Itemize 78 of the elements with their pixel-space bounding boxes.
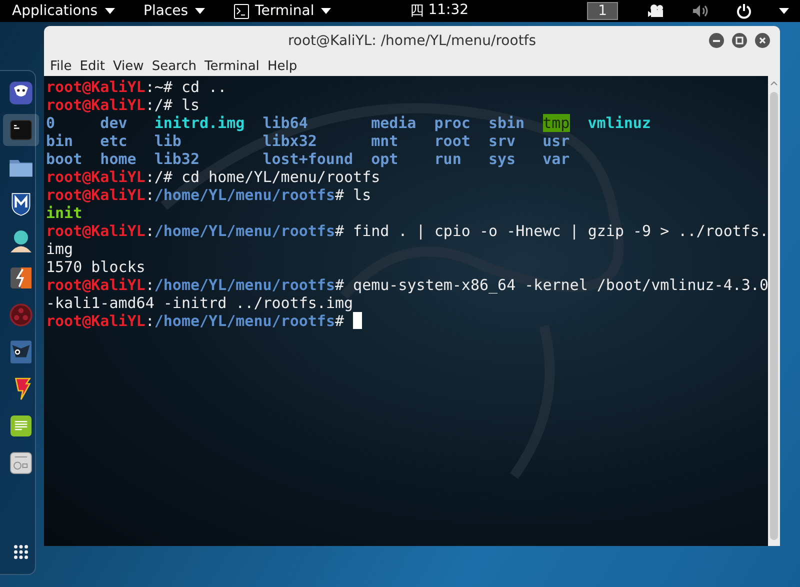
directory-name: lost+found: [262, 150, 354, 168]
menu-item[interactable]: Help: [263, 58, 302, 74]
directory-name: mnt: [371, 132, 398, 150]
volume-icon[interactable]: [692, 4, 710, 18]
terminal-text: -kali1-amd64 -initrd ../rootfs.img: [46, 294, 354, 312]
directory-name: boot: [46, 150, 82, 168]
caret-icon[interactable]: [320, 7, 332, 15]
clock[interactable]: 11:32: [428, 2, 469, 20]
scroll-up-icon[interactable]: [770, 80, 778, 86]
terminal-text: #: [335, 312, 346, 330]
prompt-user: root@KaliYL: [46, 96, 146, 114]
window-title: root@KaliYL: /home/YL/menu/rootfs: [288, 33, 536, 49]
directory-name: etc: [100, 132, 128, 150]
prompt-user: root@KaliYL: [46, 186, 146, 204]
directory-name: dev: [100, 114, 128, 132]
radio-icon: [7, 449, 35, 477]
power-icon[interactable]: [736, 3, 752, 19]
top-menu[interactable]: Places: [144, 3, 188, 19]
directory-name: libx32: [262, 132, 317, 150]
terminal-text: :: [145, 312, 154, 330]
file-name: vmlinuz: [588, 114, 651, 132]
prompt-path: /home/YL/menu/rootfs: [154, 186, 335, 204]
caret-icon[interactable]: [778, 7, 790, 15]
directory-name: lib: [154, 132, 182, 150]
menu-item[interactable]: Search: [148, 58, 200, 74]
prompt-path: /home/YL/menu/rootfs: [154, 276, 335, 294]
input-method-indicator[interactable]: 四: [410, 2, 424, 20]
target-icon: [7, 301, 35, 329]
directory-name: media: [371, 114, 416, 132]
menu-item[interactable]: Terminal: [200, 58, 264, 74]
workspace-indicator[interactable]: 1: [587, 2, 618, 20]
prompt-path: /home/YL/menu/rootfs: [154, 222, 335, 240]
directory-name: opt: [371, 150, 398, 168]
minimize-icon[interactable]: [709, 33, 724, 48]
file-name: initrd.img: [154, 114, 245, 132]
menu-item[interactable]: View: [108, 58, 148, 74]
directory-name: var: [542, 150, 570, 168]
terminal-text: :: [145, 276, 154, 294]
terminal-text: 1570 blocks: [46, 258, 146, 276]
caret-icon[interactable]: [104, 7, 116, 15]
file-name: init: [46, 204, 82, 222]
terminal-text: # qemu-system-x86_64 -kernel /boot/vmlinuz-4.3.0: [335, 276, 768, 294]
terminal-text: # ls: [335, 186, 372, 204]
menu-item[interactable]: Edit: [76, 58, 109, 74]
terminal-text: img: [46, 240, 74, 258]
directory-name: proc: [434, 114, 470, 132]
directory-name: lib32: [154, 150, 200, 168]
directory-name: sys: [488, 150, 516, 168]
directory-name: lib64: [262, 114, 308, 132]
terminal-text: :: [145, 186, 154, 204]
terminal-text: # find . | cpio -o -Hnewc | gzip -9 > ../rootfs.: [335, 222, 768, 240]
directory-name: home: [100, 150, 136, 168]
prompt-user: root@KaliYL: [46, 222, 146, 240]
top-menu[interactable]: Terminal: [255, 3, 314, 19]
scrollbar[interactable]: [768, 76, 780, 546]
terminal-text: :/# ls: [145, 96, 200, 114]
directory-name: bin: [46, 132, 74, 150]
maximize-icon[interactable]: [732, 33, 747, 48]
caret-icon[interactable]: [194, 7, 206, 15]
prompt-user: root@KaliYL: [46, 168, 146, 186]
directory-name: srv: [488, 132, 516, 150]
menu-item[interactable]: File: [46, 58, 76, 74]
prompt-user: root@KaliYL: [46, 276, 146, 294]
terminal-text: :/# cd home/YL/menu/rootfs: [145, 168, 380, 186]
directory-name: usr: [542, 132, 570, 150]
directory-name: sbin: [488, 114, 525, 132]
top-menu[interactable]: Applications: [12, 3, 98, 19]
camera-icon[interactable]: [648, 4, 666, 18]
prompt-user: root@KaliYL: [46, 78, 146, 96]
terminal-text: :: [145, 222, 154, 240]
directory-name: 0: [46, 114, 56, 132]
prompt-path: /home/YL/menu/rootfs: [154, 312, 335, 330]
directory-name: root: [434, 132, 470, 150]
close-icon[interactable]: [755, 33, 770, 48]
directory-name: run: [434, 150, 462, 168]
prompt-user: root@KaliYL: [46, 312, 146, 330]
terminal-text: :~# cd ..: [145, 78, 227, 96]
directory-name: tmp: [542, 114, 570, 132]
